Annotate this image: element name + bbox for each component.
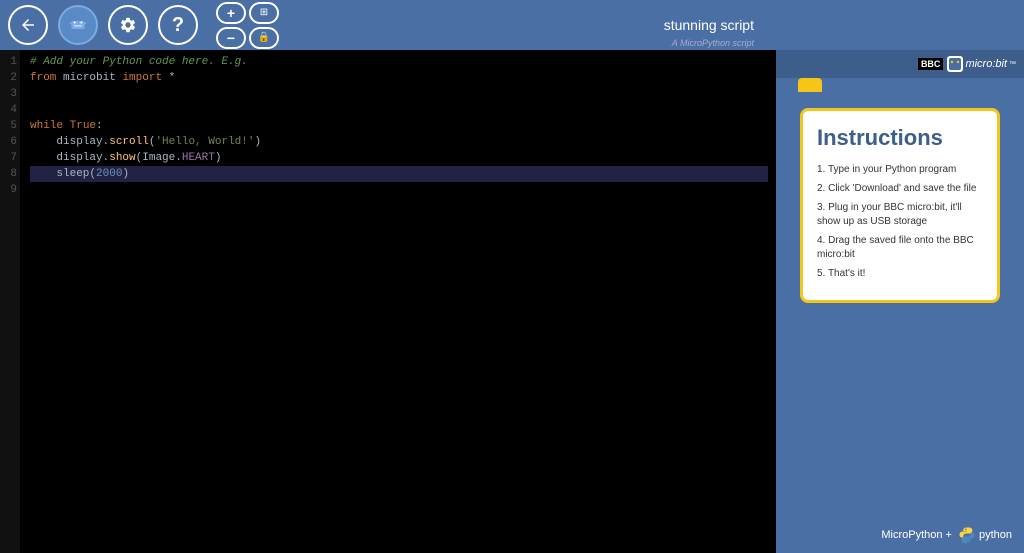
- bbc-text: BBC: [918, 58, 944, 70]
- line-num-3: 3: [0, 86, 20, 102]
- bbc-logo: BBC micro:bit™: [918, 56, 1016, 72]
- code-line-6: display.scroll('Hello, World!'): [30, 134, 768, 150]
- zoom-in-button[interactable]: +: [216, 2, 246, 24]
- code-line-9: [30, 182, 768, 198]
- line-num-9: 9: [0, 182, 20, 198]
- back-button[interactable]: [8, 5, 48, 45]
- step-4: 4. Drag the saved file onto the BBC micr…: [817, 234, 983, 262]
- line-num-5: 5: [0, 118, 20, 134]
- settings-button[interactable]: [108, 5, 148, 45]
- line-numbers: 1 2 3 4 5 6 7 8 9: [0, 50, 20, 553]
- toolbar-left: BACK SETTINGS: [8, 2, 279, 49]
- line-num-4: 4: [0, 102, 20, 118]
- right-panel-header: BBC micro:bit™: [776, 50, 1024, 78]
- help-button[interactable]: ?: [158, 5, 198, 45]
- code-line-1: # Add your Python code here. E.g.: [30, 54, 768, 70]
- toolbar: BACK SETTINGS: [0, 0, 1024, 50]
- code-line-7: display.show(Image.HEART): [30, 150, 768, 166]
- code-line-2: from microbit import *: [30, 70, 768, 86]
- instructions-card: Instructions 1. Type in your Python prog…: [800, 108, 1000, 303]
- zoom-fullscreen-button[interactable]: ⊞: [249, 2, 279, 24]
- instructions-title: Instructions: [817, 125, 983, 151]
- right-panel: BBC micro:bit™ Instructions: [776, 50, 1024, 553]
- code-line-3: [30, 86, 768, 102]
- step-1: 1. Type in your Python program: [817, 163, 983, 177]
- code-editor[interactable]: 1 2 3 4 5 6 7 8 9 # Add your Python code…: [0, 50, 776, 553]
- microbit-logo: micro:bit™: [947, 56, 1016, 72]
- instructions-list: 1. Type in your Python program 2. Click …: [817, 163, 983, 281]
- zoom-out-button[interactable]: −: [216, 27, 246, 49]
- right-panel-footer: MicroPython + python: [776, 517, 1024, 553]
- step-3: 3. Plug in your BBC micro:bit, it'll sho…: [817, 201, 983, 229]
- python-logo: python: [958, 526, 1012, 544]
- step-5: 5. That's it!: [817, 267, 983, 281]
- microbit-button[interactable]: [58, 5, 98, 45]
- line-num-1: 1: [0, 54, 20, 70]
- step-2: 2. Click 'Download' and save the file: [817, 182, 983, 196]
- script-name: stunning script: [664, 17, 754, 33]
- instructions-tab: [798, 78, 822, 92]
- micropython-note: A MicroPython script: [672, 38, 754, 48]
- zoom-controls: + ⊞ − 🔒: [216, 2, 279, 49]
- code-line-4: [30, 102, 768, 118]
- instructions-container: Instructions 1. Type in your Python prog…: [788, 92, 1012, 503]
- code-line-8: sleep(2000): [30, 166, 768, 182]
- line-num-8: 8: [0, 166, 20, 182]
- trademark: ™: [1009, 61, 1016, 68]
- microbit-icon: [947, 56, 963, 72]
- code-content[interactable]: # Add your Python code here. E.g. from m…: [22, 50, 776, 553]
- main-content: 1 2 3 4 5 6 7 8 9 # Add your Python code…: [0, 50, 1024, 553]
- line-num-7: 7: [0, 150, 20, 166]
- line-num-6: 6: [0, 134, 20, 150]
- python-text: python: [979, 529, 1012, 541]
- code-line-5: while True:: [30, 118, 768, 134]
- microbit-text: micro:bit: [965, 58, 1007, 70]
- line-num-2: 2: [0, 70, 20, 86]
- micropython-footer-text: MicroPython +: [881, 529, 952, 541]
- zoom-lock-button[interactable]: 🔒: [249, 27, 279, 49]
- python-icon: [958, 526, 976, 544]
